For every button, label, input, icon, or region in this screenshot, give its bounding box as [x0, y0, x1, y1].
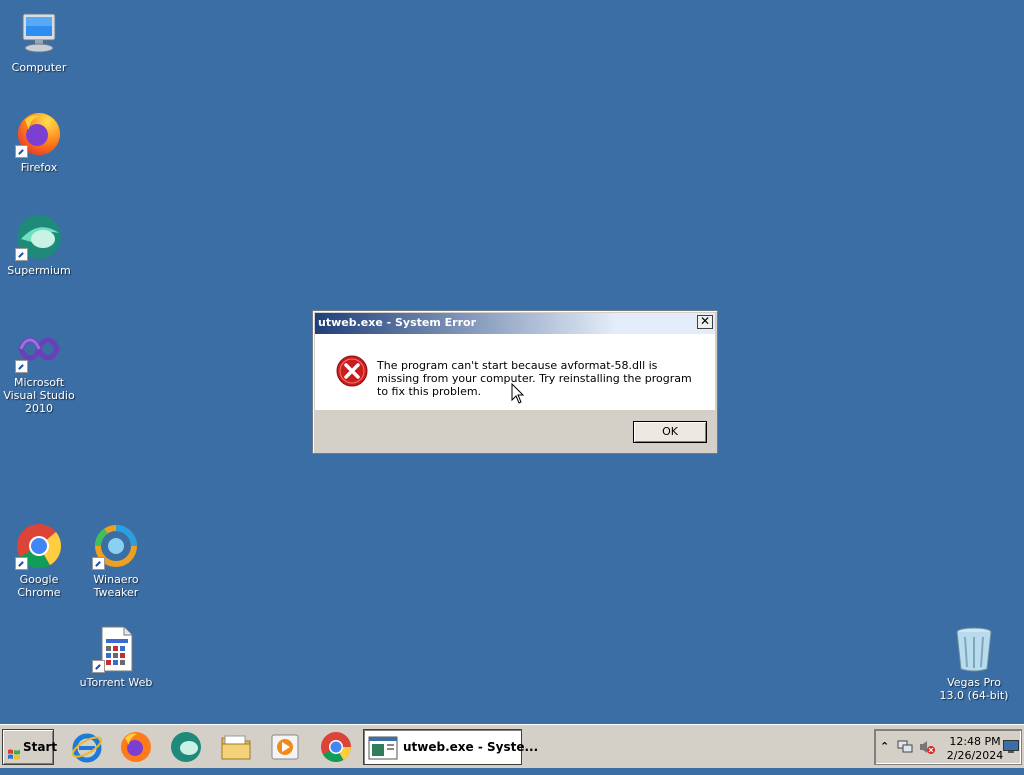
- winaero-icon: [92, 522, 140, 570]
- desktop-icon-utorrent-web[interactable]: uTorrent Web: [77, 625, 155, 689]
- desktop-icon-winaero-tweaker[interactable]: Winaero Tweaker: [77, 522, 155, 599]
- system-tray: ⌃ 12:48 PM 2/26/2024: [874, 729, 1022, 765]
- desktop-icon-label: Winaero Tweaker: [93, 573, 139, 599]
- window-icon: [368, 736, 398, 763]
- shortcut-arrow-icon: [15, 360, 28, 373]
- firefox-icon[interactable]: [119, 730, 153, 764]
- desktop-icon-label: Firefox: [20, 161, 58, 174]
- desktop-icon-chrome[interactable]: Google Chrome: [0, 522, 78, 599]
- visual-studio-icon: [15, 325, 63, 373]
- shortcut-arrow-icon: [15, 248, 28, 261]
- taskbar: Start utweb.exe - Syste... ⌃ 12:48 PM 2/…: [0, 724, 1024, 768]
- utorrent-web-icon: [92, 625, 140, 673]
- desktop-icon-label: uTorrent Web: [79, 676, 153, 689]
- computer-icon: [15, 10, 63, 58]
- shortcut-arrow-icon: [92, 557, 105, 570]
- shortcut-arrow-icon: [15, 557, 28, 570]
- desktop-icon-computer[interactable]: Computer: [0, 10, 78, 74]
- clock[interactable]: 12:48 PM 2/26/2024: [945, 735, 1005, 763]
- dialog-title: utweb.exe - System Error: [318, 316, 477, 329]
- firefox-icon: [15, 110, 63, 158]
- network-icon[interactable]: [897, 739, 913, 758]
- desktop-icon-vegas-pro[interactable]: Vegas Pro 13.0 (64-bit): [935, 625, 1013, 702]
- desktop-icon-label: Supermium: [7, 264, 71, 277]
- clock-time: 12:48 PM: [949, 735, 1001, 748]
- shortcut-arrow-icon: [15, 145, 28, 158]
- desktop-icon-supermium[interactable]: Supermium: [0, 213, 78, 277]
- show-hidden-icons-chevron-icon[interactable]: ⌃: [880, 740, 889, 753]
- chrome-icon[interactable]: [319, 730, 353, 764]
- error-message: The program can't start because avformat…: [377, 359, 692, 398]
- supermium-icon: [15, 213, 63, 261]
- desktop-icon-visual-studio[interactable]: Microsoft Visual Studio 2010: [0, 325, 78, 415]
- shortcut-arrow-icon: [92, 660, 105, 673]
- task-label: utweb.exe - Syste...: [403, 740, 539, 754]
- show-desktop-icon[interactable]: [1003, 740, 1019, 757]
- desktop-icon-label: Vegas Pro 13.0 (64-bit): [939, 676, 1009, 702]
- internet-explorer-icon[interactable]: [70, 730, 104, 764]
- taskbar-task-utweb[interactable]: utweb.exe - Syste...: [363, 729, 538, 765]
- desktop-icon-firefox[interactable]: Firefox: [0, 110, 78, 174]
- desktop: Computer Firefox Supermium Microsoft Vis…: [0, 0, 1024, 724]
- recycle-bin-icon: [950, 625, 998, 673]
- system-error-dialog: utweb.exe - System Error ✕ The program c…: [312, 310, 718, 454]
- media-player-icon[interactable]: [268, 730, 302, 764]
- close-button[interactable]: ✕: [697, 315, 713, 329]
- windows-logo-icon: [7, 741, 21, 775]
- clock-date: 2/26/2024: [946, 749, 1004, 762]
- file-explorer-icon[interactable]: [219, 730, 253, 764]
- desktop-icon-label: Computer: [11, 61, 67, 74]
- desktop-icon-label: Google Chrome: [17, 573, 61, 599]
- mouse-cursor-icon: [511, 382, 525, 408]
- start-label: Start: [23, 740, 58, 754]
- ok-button[interactable]: OK: [633, 421, 707, 443]
- desktop-icon-label: Microsoft Visual Studio 2010: [3, 376, 75, 415]
- volume-muted-icon[interactable]: [919, 739, 935, 758]
- start-button[interactable]: Start: [2, 729, 58, 765]
- error-icon: [336, 355, 368, 387]
- chrome-icon: [15, 522, 63, 570]
- supermium-icon[interactable]: [169, 730, 203, 764]
- dialog-titlebar[interactable]: utweb.exe - System Error ✕: [315, 313, 715, 334]
